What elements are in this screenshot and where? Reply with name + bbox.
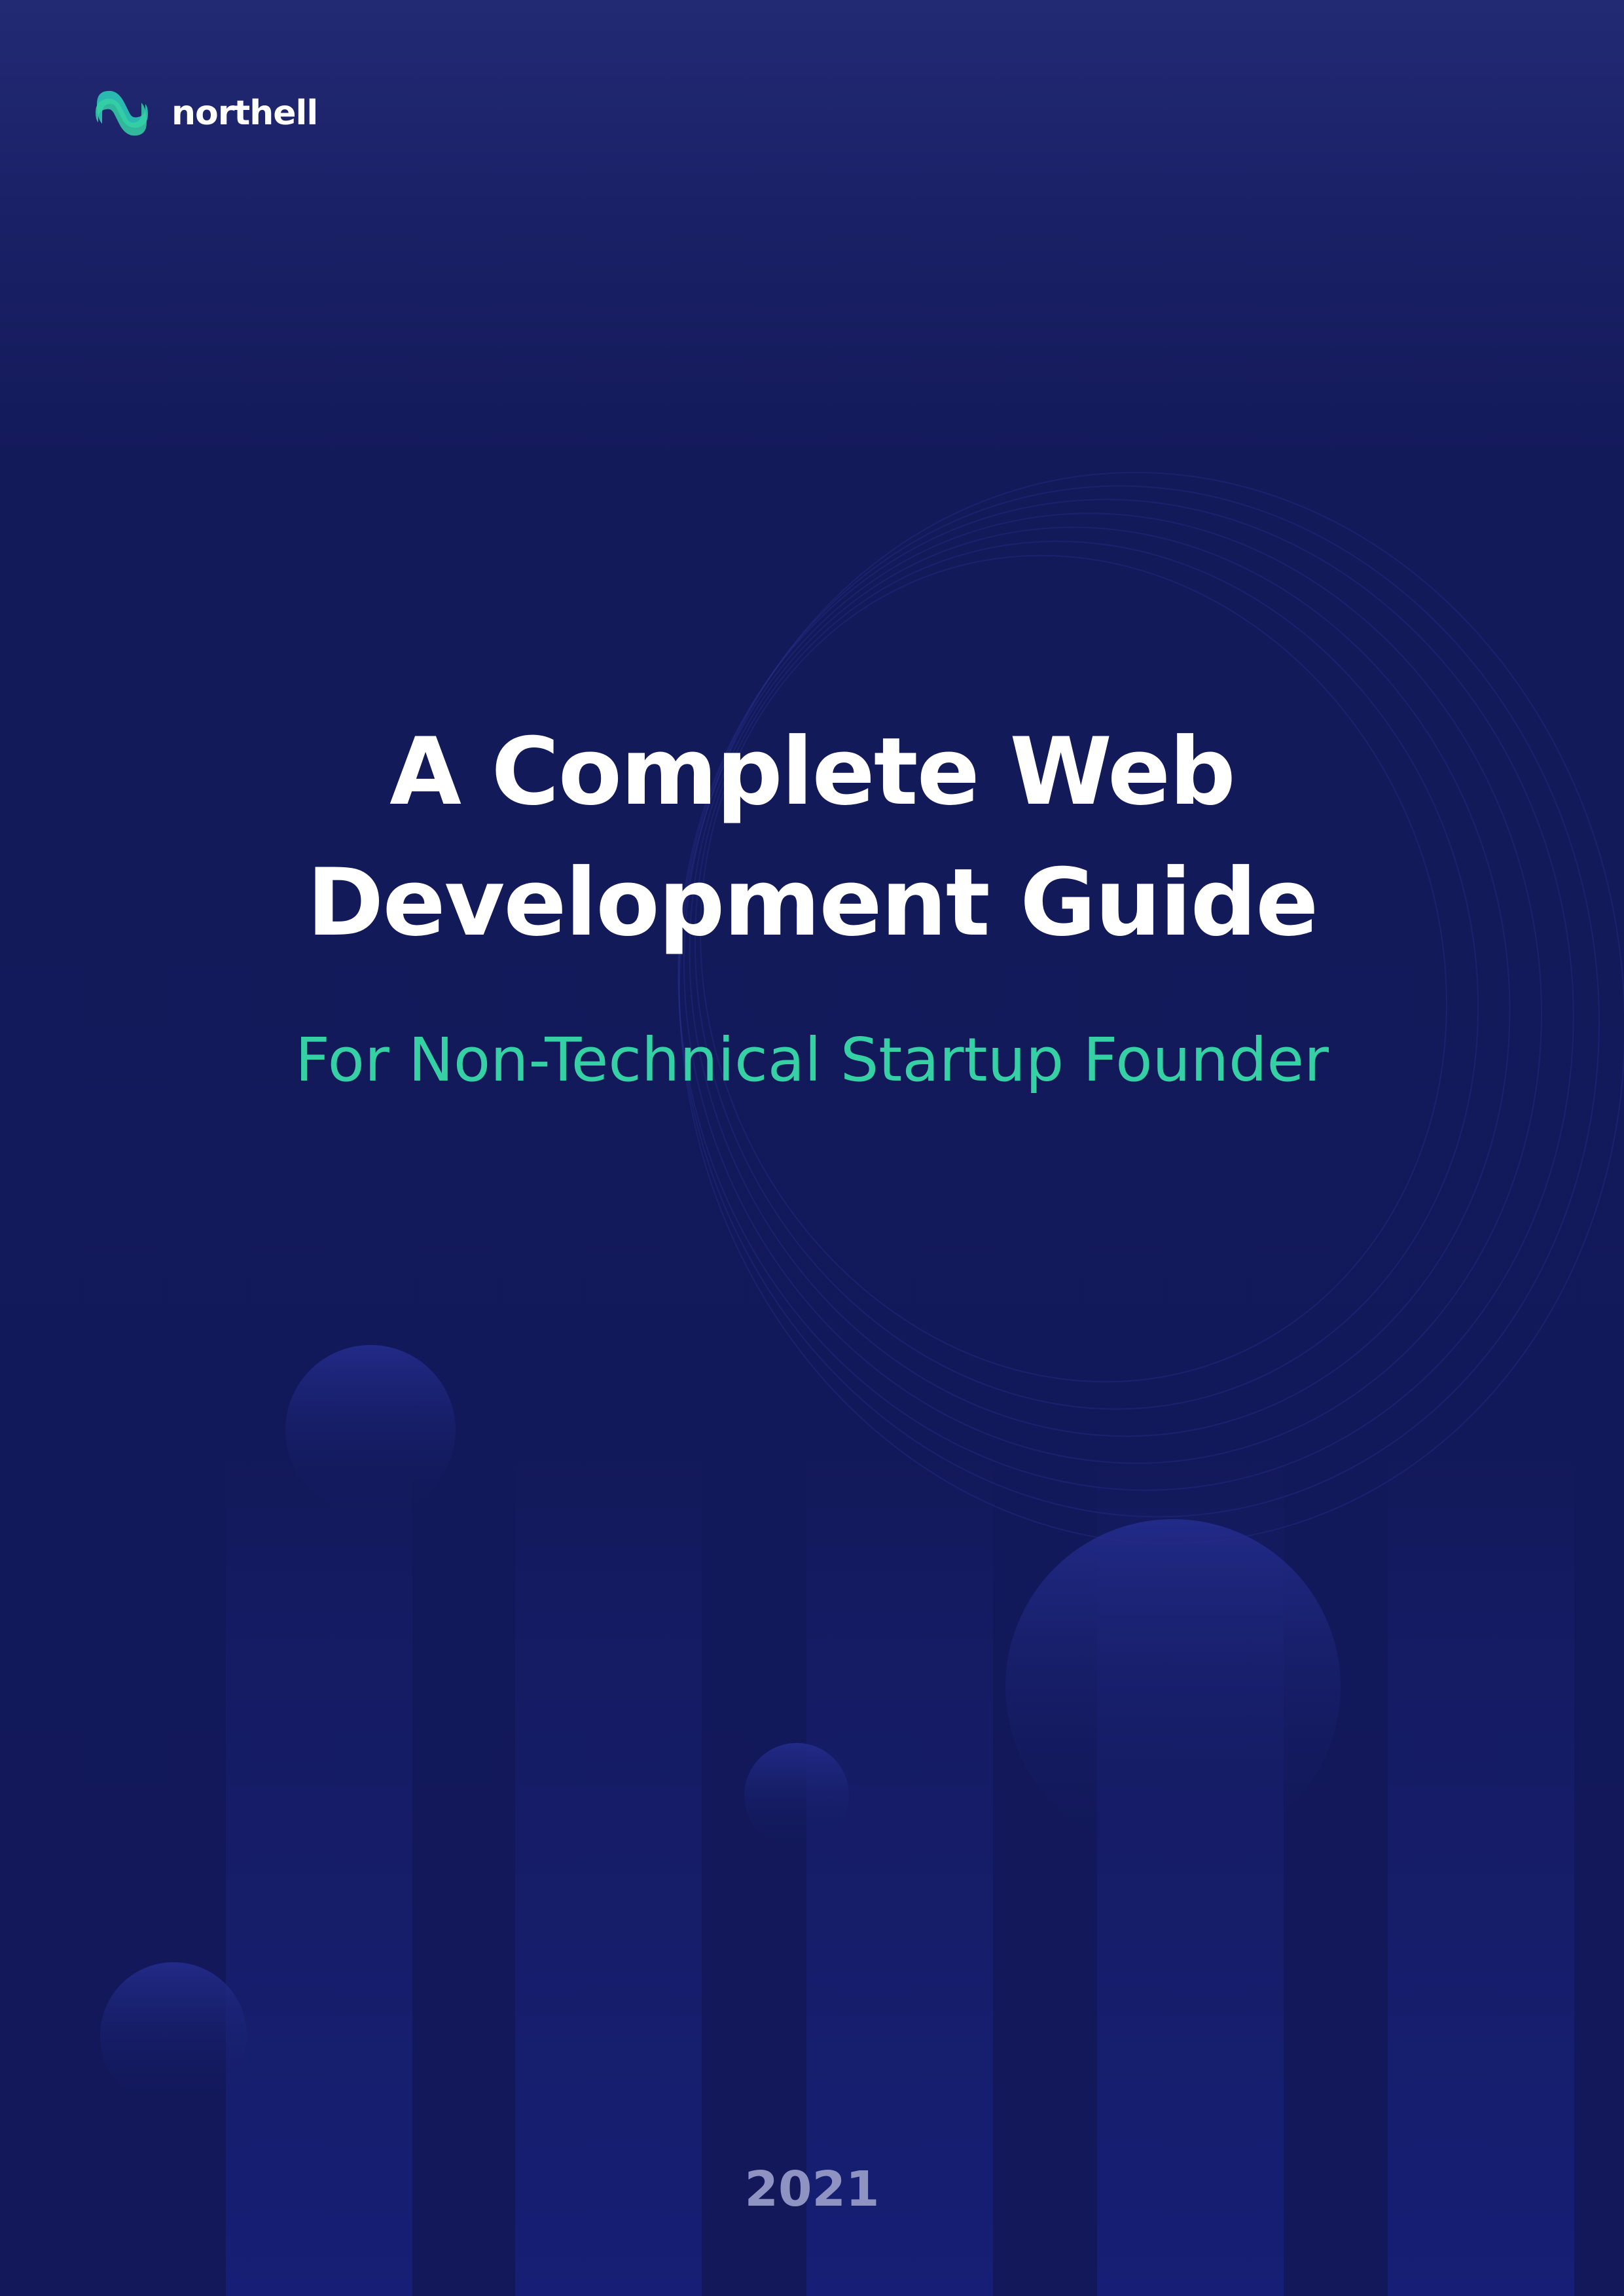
brand-logo: northell (92, 84, 318, 143)
page-subtitle: For Non-Technical Startup Founder (295, 1025, 1329, 1095)
northell-logo-icon (96, 90, 148, 136)
title-line-1: A Complete Web (389, 718, 1236, 826)
title-line-2: Development Guide (306, 849, 1319, 957)
cover-page: northell A Complete Web Development Guid… (0, 0, 1624, 2296)
swirl-lines (677, 471, 1624, 1545)
brand-name: northell (171, 94, 318, 133)
page-title: A Complete Web Development Guide (0, 707, 1624, 969)
background-decoration (100, 471, 1624, 2296)
publication-year: 2021 (744, 2161, 880, 2217)
